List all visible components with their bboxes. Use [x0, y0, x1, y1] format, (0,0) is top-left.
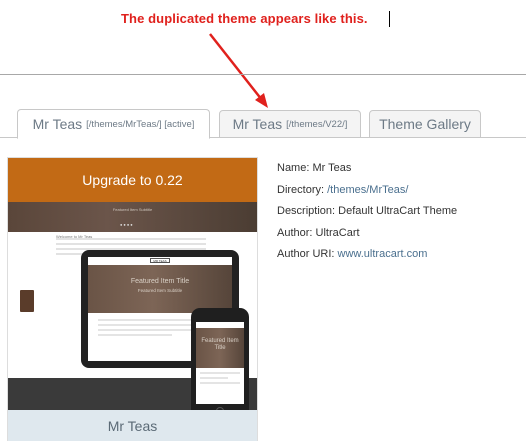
phone-mockup: Featured Item Title: [191, 308, 249, 410]
detail-name: Name: Mr Teas: [277, 162, 352, 174]
detail-author: Author: UltraCart: [277, 226, 360, 239]
theme-card: Upgrade to 0.22 Featured Item Subtitle ●…: [7, 157, 258, 441]
divider: [0, 74, 526, 75]
detail-author-uri: Author URI: www.ultracart.com: [277, 248, 428, 260]
phone-screen: Featured Item Title: [196, 322, 244, 404]
theme-details: Name: Mr Teas Directory: /themes/MrTeas/…: [277, 158, 457, 266]
preview-product-image: [20, 290, 34, 312]
tab-label: Mr Teas: [232, 116, 283, 132]
tablet-hero: Featured Item Title Featured Item Subtit…: [88, 265, 232, 313]
preview-hero: Featured Item Subtitle ●●●●: [8, 202, 257, 232]
tab-mrteas-active[interactable]: Mr Teas [/themes/MrTeas/] [active]: [17, 109, 210, 139]
theme-name: Mr Teas: [8, 410, 257, 441]
preview-hero-text: Featured Item Subtitle: [112, 207, 153, 212]
tablet-hero-title: Featured Item Title: [130, 278, 190, 285]
tab-path: [/themes/V22/]: [286, 118, 348, 130]
preview-hero-dots: ●●●●: [120, 222, 134, 227]
upgrade-button[interactable]: Upgrade to 0.22: [8, 158, 257, 202]
tab-label: Theme Gallery: [379, 116, 471, 132]
author-uri-link[interactable]: www.ultracart.com: [338, 248, 428, 260]
detail-description: Description: Default UltraCart Theme: [277, 205, 458, 217]
tab-label: Mr Teas: [32, 116, 83, 132]
phone-hero: Featured Item Title: [196, 328, 244, 368]
phone-text-lines: [200, 372, 240, 387]
theme-preview-image[interactable]: Featured Item Subtitle ●●●● Welcome to M…: [8, 202, 257, 410]
phone-hero-title: Featured Item Title: [201, 338, 239, 351]
tab-path: [/themes/MrTeas/] [active]: [86, 118, 195, 130]
tab-theme-gallery[interactable]: Theme Gallery: [369, 110, 481, 138]
tab-mrteas-v22[interactable]: Mr Teas [/themes/V22/]: [219, 110, 361, 138]
annotation-text: The duplicated theme appears like this.: [121, 11, 368, 26]
tablet-logo: MR TEAS: [150, 258, 170, 263]
tablet-hero-subtitle: Featured Item Subtitle: [137, 288, 183, 293]
detail-directory: Directory: /themes/MrTeas/: [277, 183, 409, 196]
directory-link[interactable]: /themes/MrTeas/: [327, 184, 408, 196]
text-cursor: [389, 11, 390, 27]
